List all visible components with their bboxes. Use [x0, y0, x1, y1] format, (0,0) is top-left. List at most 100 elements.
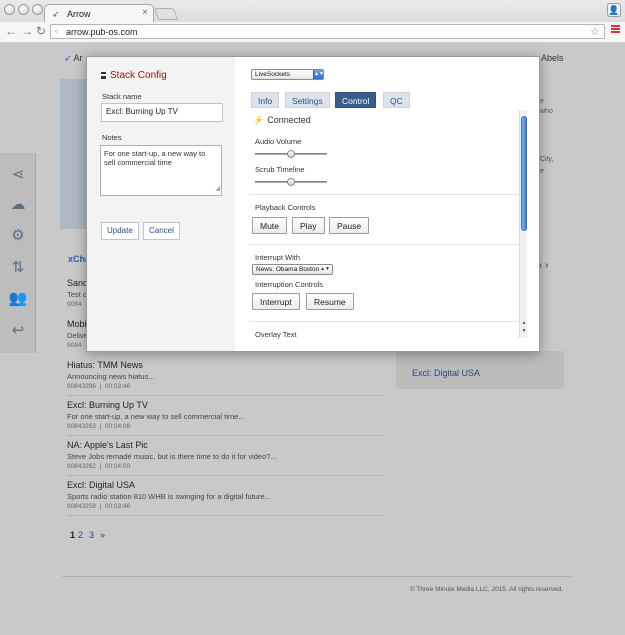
reload-icon[interactable]: ↻	[36, 24, 46, 38]
divider	[67, 515, 385, 516]
divider	[67, 395, 385, 396]
stack-name-input[interactable]: Excl: Burning Up TV	[101, 103, 223, 122]
item-duration: 00:04:00	[104, 463, 131, 470]
socket-select[interactable]: LiveSockets ▲▼	[251, 69, 324, 80]
divider	[249, 244, 523, 245]
brand-logo[interactable]: ➶ Ar	[64, 53, 83, 64]
pause-button[interactable]: Pause	[329, 217, 370, 234]
address-bar[interactable]: ▫ arrow.pub-os.com ☆	[50, 24, 605, 39]
page-2[interactable]: 2	[78, 530, 83, 540]
audio-volume-label: Audio Volume	[255, 137, 302, 146]
audio-volume-slider[interactable]	[255, 150, 327, 158]
page-next[interactable]: »	[100, 530, 105, 540]
list-item[interactable]: Excl: Digital USA Sports radio station 8…	[67, 480, 387, 512]
copyright: © Three Minute Media LLC, 2015. All righ…	[409, 586, 563, 593]
back-arrow-icon[interactable]: ←	[5, 24, 17, 38]
mute-button[interactable]: Mute	[252, 217, 287, 234]
scroll-down-icon[interactable]: ▼	[520, 328, 528, 335]
users-icon[interactable]: 👥	[8, 289, 28, 309]
tab-control[interactable]: Control	[335, 92, 377, 108]
resume-button[interactable]: Resume	[306, 293, 354, 310]
item-duration: 00:03:46	[104, 383, 131, 390]
tab-title: Arrow	[67, 9, 91, 19]
scrollbar-thumb[interactable]	[521, 116, 527, 231]
item-id: 90843259	[67, 503, 96, 510]
new-tab-button[interactable]	[153, 8, 179, 20]
close-window-button[interactable]	[4, 4, 15, 15]
minimize-window-button[interactable]	[18, 4, 29, 15]
stack-icon	[101, 72, 106, 79]
forward-arrow-icon[interactable]: →	[21, 24, 33, 38]
interrupt-select[interactable]: News: Obama Boston ▲▼	[252, 264, 333, 275]
play-button[interactable]: Play	[292, 217, 325, 234]
tab-qc[interactable]: QC	[383, 92, 410, 108]
browser-toolbar: ← → ↻ ▫ arrow.pub-os.com ☆	[0, 22, 625, 42]
zoom-window-button[interactable]	[32, 4, 43, 15]
list-item[interactable]: NA: Apple's Last Pic Steve Jobs remade m…	[67, 440, 387, 472]
update-button[interactable]: Update	[101, 222, 139, 240]
item-id: 90843296	[67, 383, 96, 390]
tab-info[interactable]: Info	[251, 92, 280, 108]
slider-knob[interactable]	[287, 150, 295, 158]
side-text: e	[540, 168, 544, 175]
divider	[67, 435, 385, 436]
interrupt-button[interactable]: Interrupt	[252, 293, 300, 310]
side-text: who	[540, 108, 553, 115]
side-text: e	[540, 98, 544, 105]
bolt-icon: ⚡	[253, 115, 265, 125]
item-id: 90843263	[67, 423, 96, 430]
notes-label: Notes	[102, 133, 122, 142]
browser-tab[interactable]: ➶ Arrow ×	[44, 4, 154, 22]
divider	[249, 321, 523, 322]
item-id: 90843262	[67, 463, 96, 470]
list-item[interactable]: Hiatus: TMM News Announcing news hiatus.…	[67, 360, 387, 392]
carousel-arrows-icon[interactable]: ‹ ›	[539, 260, 548, 271]
item-duration: 00:03:46	[104, 503, 131, 510]
side-text: City,	[540, 156, 554, 163]
slider-knob[interactable]	[287, 178, 295, 186]
url-text: arrow.pub-os.com	[66, 27, 138, 37]
modal-right-panel: LiveSockets ▲▼ Info Settings Control QC …	[235, 57, 539, 351]
share-icon[interactable]: ⋖	[8, 165, 28, 185]
list-item[interactable]: Excl: Burning Up TV For one start-up, a …	[67, 400, 387, 432]
cancel-button[interactable]: Cancel	[143, 222, 180, 240]
scrub-timeline-label: Scrub Timeline	[255, 165, 305, 174]
resize-grip-icon[interactable]: ◢	[215, 185, 220, 194]
chevron-updown-icon: ▲▼	[313, 70, 324, 79]
close-icon[interactable]: ×	[142, 7, 148, 18]
modal-left-panel: Stack Config Stack name Excl: Burning Up…	[87, 57, 235, 351]
divider	[249, 194, 523, 195]
interruption-controls-label: Interruption Controls	[255, 280, 323, 289]
page-1[interactable]: 1	[70, 530, 75, 540]
related-panel: Excl: Digital USA	[396, 351, 564, 389]
overlay-text-label: Overlay Text	[255, 330, 297, 339]
exchange-icon[interactable]: ⇅	[8, 258, 28, 278]
reply-icon[interactable]: ↩	[8, 321, 28, 341]
bookmark-star-icon[interactable]: ☆	[590, 25, 600, 38]
pagination: 1 2 3 »	[70, 530, 111, 540]
page-3[interactable]: 3	[89, 530, 94, 540]
gear-icon[interactable]: ⚙	[8, 226, 28, 246]
scrub-timeline-slider[interactable]	[255, 178, 327, 186]
left-rail: ⋖ ☁ ⚙ ⇅ 👥 ↩	[0, 153, 36, 353]
hamburger-menu-icon[interactable]	[611, 25, 620, 33]
notes-text: For one start-up, a new way to sell comm…	[104, 149, 206, 167]
notes-textarea[interactable]: For one start-up, a new way to sell comm…	[100, 145, 222, 196]
connection-status: ⚡ Connected	[253, 115, 311, 125]
cloud-icon[interactable]: ☁	[8, 195, 28, 215]
user-profile-icon[interactable]: 👤	[607, 3, 621, 17]
modal-title: Stack Config	[101, 70, 167, 81]
related-link[interactable]: Excl: Digital USA	[412, 368, 480, 378]
browser-chrome: ➶ Arrow × 👤 ← → ↻ ▫ arrow.pub-os.com ☆	[0, 0, 625, 42]
scrollbar[interactable]: ▲ ▼	[519, 110, 527, 338]
arrow-logo-icon: ➶	[64, 53, 74, 63]
chevron-updown-icon: ▲▼	[320, 266, 330, 272]
scroll-up-icon[interactable]: ▲	[520, 320, 528, 327]
page-icon: ▫	[55, 26, 59, 36]
footer-divider	[62, 576, 571, 577]
divider	[67, 475, 385, 476]
item-duration: 00:04:08	[104, 423, 131, 430]
user-name[interactable]: Abels	[541, 53, 564, 63]
stack-config-modal: Stack Config Stack name Excl: Burning Up…	[86, 56, 540, 352]
tab-settings[interactable]: Settings	[285, 92, 330, 108]
